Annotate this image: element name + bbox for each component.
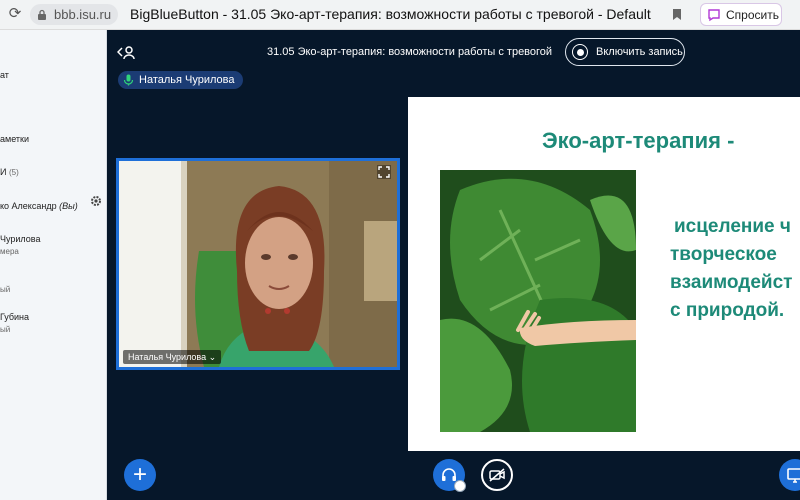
user-name: Чурилова <box>0 234 41 244</box>
slide-text: исцеление ч творческое взаимодейст с при… <box>670 213 792 325</box>
users-header-label: И <box>0 167 7 177</box>
lock-icon <box>38 9 46 20</box>
address-bar[interactable]: bbb.isu.ru <box>30 4 118 25</box>
page-title: BigBlueButton - 31.05 Эко-арт-терапия: в… <box>130 6 651 22</box>
meeting-area: 31.05 Эко-арт-терапия: возможности работ… <box>107 30 800 500</box>
url-text: bbb.isu.ru <box>54 7 112 22</box>
talking-indicator: Наталья Чурилова <box>118 71 244 89</box>
audio-settings-badge[interactable] <box>454 480 466 492</box>
slide-text-line: с природой. <box>670 300 785 321</box>
gear-icon[interactable] <box>90 195 102 207</box>
user-status: мера <box>0 247 19 256</box>
record-button[interactable]: Включить запись <box>565 38 685 66</box>
mic-icon <box>123 74 134 86</box>
camera-off-icon <box>489 468 505 482</box>
browser-bar: ⟳ bbb.isu.ru BigBlueButton - 31.05 Эко-а… <box>0 0 800 30</box>
user-list-item[interactable]: Губина <box>0 312 29 322</box>
expand-icon[interactable] <box>377 165 391 179</box>
user-list-item[interactable]: Чурилова <box>0 234 40 244</box>
slide-text-line: взаимодейст <box>670 272 793 293</box>
camera-button[interactable] <box>481 459 513 491</box>
webcam-name-label[interactable]: Наталья Чурилова ⌄ <box>123 350 222 364</box>
slide-text-line: исцеление ч <box>674 216 791 237</box>
sidebar: ат аметки И (5) ко Александр (Вы) Чурило… <box>0 30 107 500</box>
slide-photo <box>440 170 636 432</box>
talking-name: Наталья Чурилова <box>139 74 235 86</box>
meeting-title: 31.05 Эко-арт-терапия: возможности работ… <box>267 46 553 58</box>
ask-button-label: Спросить <box>726 7 779 22</box>
present-button[interactable] <box>779 459 800 491</box>
users-toggle-icon[interactable] <box>117 44 135 60</box>
webcam-tile[interactable]: Наталья Чурилова ⌄ <box>116 158 400 370</box>
ask-button[interactable]: Спросить <box>700 3 782 26</box>
user-name: Губина <box>0 312 30 322</box>
actions-button[interactable]: + <box>124 459 156 491</box>
user-status: ый <box>0 325 11 334</box>
user-status: ый <box>0 285 11 294</box>
user-self-tag: (Вы) <box>59 201 78 211</box>
ask-icon <box>708 8 720 21</box>
reload-icon[interactable]: ⟳ <box>6 5 24 23</box>
sidebar-item-chat[interactable]: ат <box>0 70 9 80</box>
users-header: И (5) <box>0 167 19 177</box>
user-list-item[interactable]: ко Александр (Вы) <box>0 201 78 211</box>
record-icon <box>572 44 588 60</box>
slide-title: Эко-арт-терапия - <box>542 128 735 153</box>
bookmark-icon[interactable] <box>672 8 682 21</box>
present-icon <box>787 468 800 483</box>
sidebar-item-notes[interactable]: аметки <box>0 134 29 144</box>
user-name: ко Александр <box>0 201 57 211</box>
webcam-video <box>119 161 397 367</box>
record-button-label: Включить запись <box>596 46 683 58</box>
users-count: (5) <box>8 168 19 177</box>
presentation-slide: Эко-арт-терапия - исцеление ч творческое… <box>408 97 800 451</box>
slide-text-line: творческое <box>670 244 777 265</box>
